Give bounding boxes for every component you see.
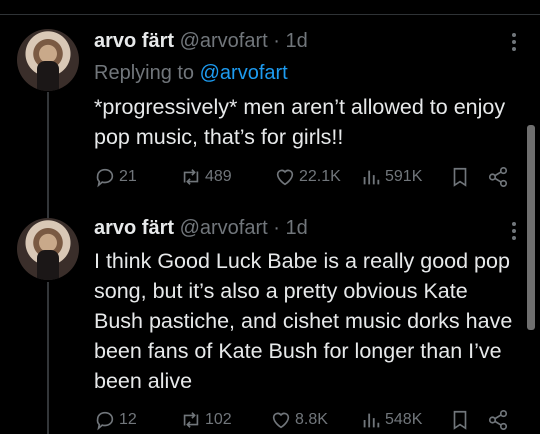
- tweet-header: arvo färt @arvofart · 1d: [94, 30, 308, 53]
- top-divider: [0, 14, 540, 15]
- tweet-text: I think Good Luck Babe is a really good …: [94, 249, 513, 393]
- reply-count: 21: [119, 168, 137, 185]
- views-icon: [363, 170, 380, 185]
- reply-button[interactable]: 21: [94, 164, 137, 190]
- reply-icon: [96, 168, 114, 188]
- replying-to: Replying to @arvofart: [94, 62, 288, 85]
- like-count: 22.1K: [299, 168, 341, 185]
- views-button[interactable]: 591K: [360, 164, 422, 190]
- reply-count: 12: [119, 411, 137, 428]
- repost-count: 489: [205, 168, 232, 185]
- like-icon: [272, 412, 290, 429]
- bookmark-icon[interactable]: [449, 409, 471, 431]
- repost-icon: [183, 412, 199, 428]
- reply-icon: [96, 411, 114, 431]
- tweet-actions: 21 489 22.1K 591K: [94, 164, 524, 190]
- author-handle[interactable]: @arvofart: [180, 217, 268, 239]
- thread-connector: [47, 282, 49, 434]
- tweet-actions: 12 102 8.8K 548K: [94, 407, 524, 433]
- more-icon[interactable]: [512, 219, 518, 243]
- repost-icon: [183, 169, 199, 185]
- repost-button[interactable]: 102: [180, 407, 232, 433]
- bookmark-icon[interactable]: [449, 166, 471, 188]
- like-count: 8.8K: [295, 411, 328, 428]
- replying-prefix: Replying to: [94, 62, 200, 84]
- like-button[interactable]: 22.1K: [274, 164, 341, 190]
- timestamp[interactable]: 1d: [286, 217, 308, 239]
- view-count: 591K: [385, 168, 423, 185]
- view-count: 548K: [385, 411, 423, 428]
- separator: ·: [273, 30, 280, 52]
- like-button[interactable]: 8.8K: [270, 407, 328, 433]
- repost-count: 102: [205, 411, 232, 428]
- author-name[interactable]: arvo färt: [94, 217, 174, 239]
- author-name[interactable]: arvo färt: [94, 30, 174, 52]
- like-icon: [276, 169, 294, 186]
- views-icon: [363, 413, 380, 428]
- tweet-text: *progressively* men aren’t allowed to en…: [94, 95, 506, 149]
- share-icon[interactable]: [487, 166, 509, 188]
- thread-connector: [47, 92, 49, 218]
- share-icon[interactable]: [487, 409, 509, 431]
- avatar[interactable]: [17, 218, 79, 280]
- reply-button[interactable]: 12: [94, 407, 137, 433]
- replying-to-handle[interactable]: @arvofart: [200, 62, 288, 84]
- avatar[interactable]: [17, 29, 79, 91]
- timestamp[interactable]: 1d: [286, 30, 308, 52]
- scrollbar[interactable]: [527, 125, 535, 330]
- author-handle[interactable]: @arvofart: [180, 30, 268, 52]
- tweet-header: arvo färt @arvofart · 1d: [94, 217, 308, 240]
- more-icon[interactable]: [512, 30, 518, 54]
- views-button[interactable]: 548K: [360, 407, 422, 433]
- repost-button[interactable]: 489: [180, 164, 232, 190]
- separator: ·: [273, 217, 280, 239]
